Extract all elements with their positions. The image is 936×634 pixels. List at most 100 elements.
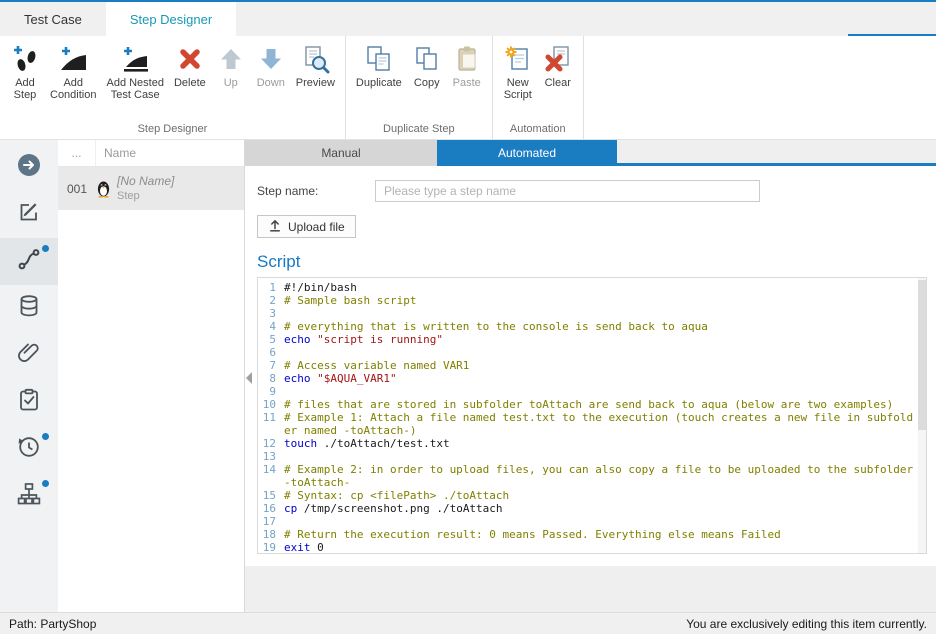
move-down-button[interactable]: Down: [251, 42, 291, 91]
tab-manual[interactable]: Manual: [245, 140, 437, 166]
line-text: touch ./toAttach/test.txt: [284, 437, 918, 450]
line-number: 17: [258, 515, 284, 528]
ribbon: Add Step Add Condition: [0, 36, 936, 140]
code-line[interactable]: 2# Sample bash script: [258, 294, 918, 307]
code-line[interactable]: 14# Example 2: in order to upload files,…: [258, 463, 918, 489]
line-text: #!/bin/bash: [284, 281, 918, 294]
script-heading: Script: [257, 252, 936, 272]
move-up-button[interactable]: Up: [211, 42, 251, 91]
code-line[interactable]: 18# Return the execution result: 0 means…: [258, 528, 918, 541]
duplicate-button[interactable]: Duplicate: [351, 42, 407, 91]
sidebar-item-attachments[interactable]: [0, 332, 58, 379]
steps-list-panel: ... Name 001 [No Name]: [58, 140, 245, 612]
line-text: [284, 346, 918, 359]
code-line[interactable]: 6: [258, 346, 918, 359]
arrow-up-icon: [216, 44, 246, 74]
sidebar-item-history[interactable]: [0, 426, 58, 473]
code-line[interactable]: 5echo "script is running": [258, 333, 918, 346]
code-line[interactable]: 13: [258, 450, 918, 463]
sidebar-item-relations[interactable]: [0, 473, 58, 520]
editor-scrollbar[interactable]: [918, 278, 926, 553]
line-number: 13: [258, 450, 284, 463]
add-condition-icon: [58, 44, 88, 74]
add-nested-test-case-icon: [120, 44, 150, 74]
line-text: # Example 1: Attach a file named test.tx…: [284, 411, 918, 437]
add-condition-button[interactable]: Add Condition: [45, 42, 101, 103]
line-number: 16: [258, 502, 284, 515]
tab-automated[interactable]: Automated: [437, 140, 617, 166]
code-line[interactable]: 12touch ./toAttach/test.txt: [258, 437, 918, 450]
editor-mode-tabs: Manual Automated: [245, 140, 936, 166]
line-number: 7: [258, 359, 284, 372]
step-list-item[interactable]: 001 [No Name] Step: [58, 167, 244, 210]
go-arrow-icon: [16, 152, 42, 183]
step-name-input[interactable]: [375, 180, 760, 202]
upload-icon: [268, 219, 282, 235]
code-line[interactable]: 7# Access variable named VAR1: [258, 359, 918, 372]
code-line[interactable]: 17: [258, 515, 918, 528]
sidebar-item-steps[interactable]: [0, 238, 58, 285]
new-script-button[interactable]: New Script: [498, 42, 538, 103]
copy-icon: [412, 44, 442, 74]
sidebar-item-data[interactable]: [0, 285, 58, 332]
add-step-label: Add Step: [14, 77, 37, 101]
paste-button[interactable]: Paste: [447, 42, 487, 91]
line-number: 8: [258, 372, 284, 385]
line-text: # Return the execution result: 0 means P…: [284, 528, 918, 541]
move-down-label: Down: [257, 77, 285, 89]
clear-icon: [543, 44, 573, 74]
delete-button[interactable]: Delete: [169, 42, 211, 91]
line-text: # files that are stored in subfolder toA…: [284, 398, 918, 411]
steps-notification-dot: [42, 245, 49, 252]
code-line[interactable]: 9: [258, 385, 918, 398]
sidebar-item-edit[interactable]: [0, 191, 58, 238]
line-text: cp /tmp/screenshot.png ./toAttach: [284, 502, 918, 515]
duplicate-icon: [364, 44, 394, 74]
line-text: [284, 515, 918, 528]
editor-scrollbar-thumb[interactable]: [918, 280, 926, 430]
line-text: echo "$AQUA_VAR1": [284, 372, 918, 385]
line-number: 14: [258, 463, 284, 489]
delete-icon: [175, 44, 205, 74]
ribbon-group-label-automation: Automation: [493, 120, 583, 139]
tab-test-case[interactable]: Test Case: [0, 2, 106, 36]
upload-file-button[interactable]: Upload file: [257, 215, 356, 238]
sidebar-item-navigate[interactable]: [0, 144, 58, 191]
collapse-panel-arrow-icon[interactable]: [246, 372, 252, 384]
code-line[interactable]: 3: [258, 307, 918, 320]
copy-button[interactable]: Copy: [407, 42, 447, 91]
main-area: ... Name 001 [No Name]: [0, 140, 936, 612]
steps-list-header: ... Name: [58, 140, 244, 167]
preview-button[interactable]: Preview: [291, 42, 340, 91]
code-line[interactable]: 8echo "$AQUA_VAR1": [258, 372, 918, 385]
sidebar-item-checklist[interactable]: [0, 379, 58, 426]
status-message: You are exclusively editing this item cu…: [686, 617, 927, 631]
script-code-editor[interactable]: 1#!/bin/bash2# Sample bash script34# eve…: [257, 277, 927, 554]
paperclip-icon: [16, 340, 42, 371]
add-nested-test-case-button[interactable]: Add Nested Test Case: [101, 42, 168, 103]
line-text: [284, 385, 918, 398]
line-number: 5: [258, 333, 284, 346]
sitemap-icon: [16, 481, 42, 512]
automated-step-form: Step name: Upload file Script 1#!/bin/ba…: [245, 166, 936, 566]
ribbon-group-duplicate-step: Duplicate Copy: [346, 36, 493, 139]
code-line[interactable]: 10# files that are stored in subfolder t…: [258, 398, 918, 411]
ribbon-group-label-step-designer: Step Designer: [0, 120, 345, 139]
code-line[interactable]: 4# everything that is written to the con…: [258, 320, 918, 333]
code-line[interactable]: 16cp /tmp/screenshot.png ./toAttach: [258, 502, 918, 515]
tab-step-designer[interactable]: Step Designer: [106, 2, 236, 36]
line-number: 12: [258, 437, 284, 450]
code-line[interactable]: 15# Syntax: cp <filePath> ./toAttach: [258, 489, 918, 502]
line-text: exit 0: [284, 541, 918, 554]
document-tabstrip: Test Case Step Designer: [0, 2, 936, 36]
code-lines: 1#!/bin/bash2# Sample bash script34# eve…: [258, 281, 918, 554]
code-line[interactable]: 19exit 0: [258, 541, 918, 554]
add-nested-test-case-label: Add Nested Test Case: [106, 77, 163, 101]
code-line[interactable]: 1#!/bin/bash: [258, 281, 918, 294]
add-step-button[interactable]: Add Step: [5, 42, 45, 103]
line-number: 4: [258, 320, 284, 333]
move-up-label: Up: [224, 77, 238, 89]
relations-notification-dot: [42, 480, 49, 487]
code-line[interactable]: 11# Example 1: Attach a file named test.…: [258, 411, 918, 437]
clear-button[interactable]: Clear: [538, 42, 578, 91]
